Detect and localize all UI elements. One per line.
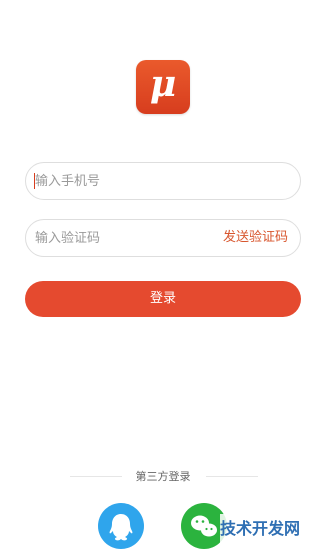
app-logo: μ xyxy=(136,60,190,114)
qq-icon xyxy=(109,514,133,541)
watermark: 技术开发网 xyxy=(220,514,324,544)
code-field[interactable]: 发送验证码 xyxy=(25,219,301,257)
app-logo-letter: μ xyxy=(149,63,177,105)
phone-field[interactable] xyxy=(25,162,301,200)
send-code-button[interactable]: 发送验证码 xyxy=(223,220,288,256)
third-party-login-label: 第三方登录 xyxy=(135,470,191,483)
phone-input[interactable] xyxy=(35,163,285,199)
login-button[interactable]: 登录 xyxy=(25,281,301,317)
qq-login-button[interactable] xyxy=(98,503,144,549)
verification-code-input[interactable] xyxy=(35,220,205,256)
divider-right xyxy=(206,476,258,477)
